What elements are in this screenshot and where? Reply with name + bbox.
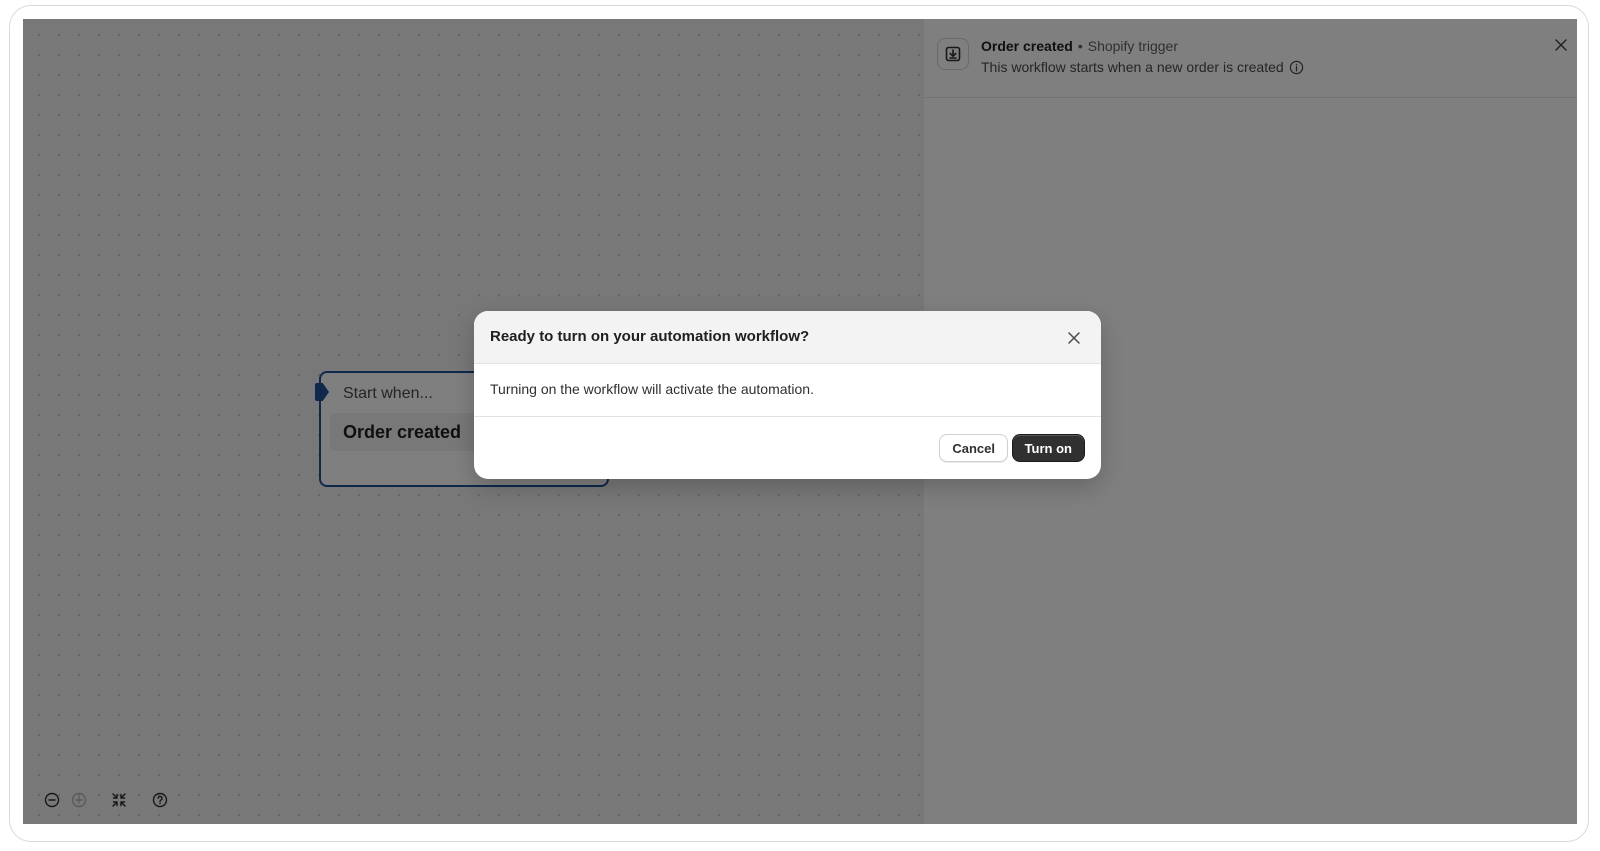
cancel-button[interactable]: Cancel (939, 434, 1008, 462)
dialog-header: Ready to turn on your automation workflo… (474, 311, 1101, 364)
turn-on-button[interactable]: Turn on (1011, 434, 1085, 462)
turn-on-workflow-dialog: Ready to turn on your automation workflo… (474, 311, 1101, 479)
dialog-message: Turning on the workflow will activate th… (490, 381, 814, 397)
close-icon (1068, 332, 1080, 344)
workflow-editor: Start when... Order created (23, 19, 1577, 824)
dialog-close-button[interactable] (1065, 329, 1083, 347)
dialog-title: Ready to turn on your automation workflo… (490, 328, 810, 345)
dialog-footer: Cancel Turn on (474, 417, 1101, 479)
dialog-body: Turning on the workflow will activate th… (474, 364, 1101, 417)
